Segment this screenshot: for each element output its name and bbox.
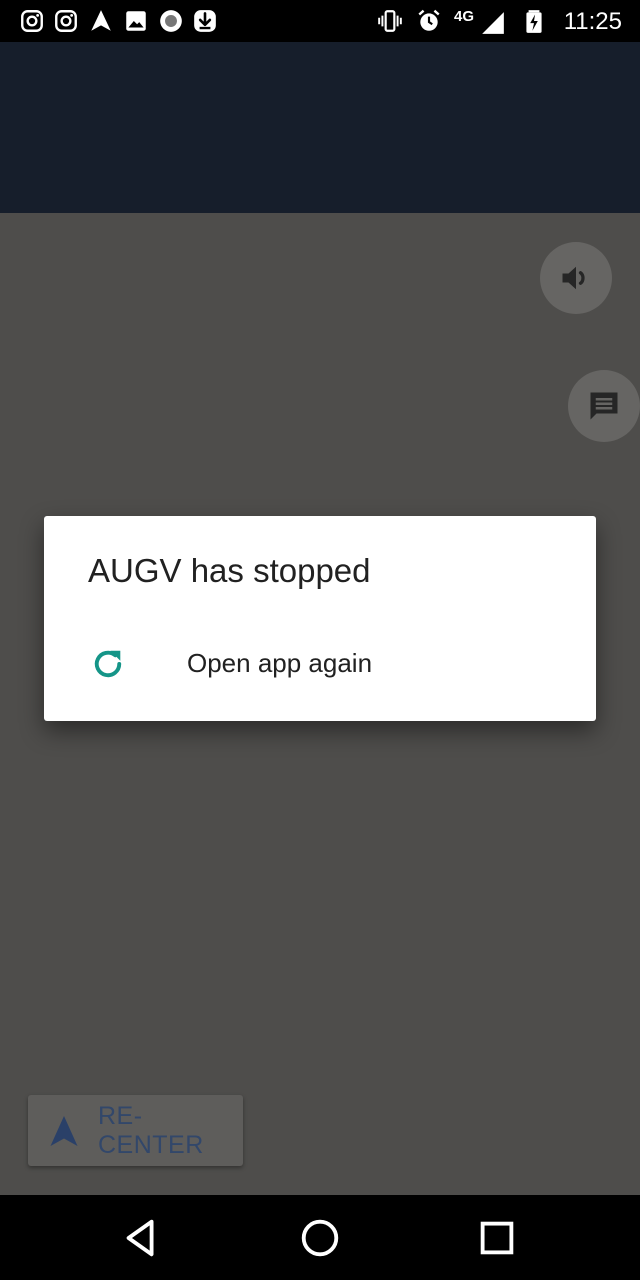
message-icon — [586, 388, 622, 424]
screen: 4G 11:25 RE-CENTER AUGV has stopped Open… — [0, 0, 640, 1280]
navigation-arrow-icon — [46, 1113, 82, 1149]
download-icon — [192, 8, 218, 34]
sound-button[interactable] — [540, 242, 612, 314]
vibrate-icon — [377, 8, 403, 34]
battery-charging-icon — [521, 8, 547, 34]
dialog-title: AUGV has stopped — [88, 552, 371, 589]
volume-icon — [558, 260, 594, 296]
recenter-label: RE-CENTER — [98, 1101, 204, 1159]
instagram-icon — [19, 8, 45, 34]
navigation-bar — [0, 1195, 640, 1280]
clock: 11:25 — [563, 8, 622, 35]
open-app-again-label: Open app again — [187, 648, 373, 678]
status-bar: 4G 11:25 — [0, 0, 640, 42]
image-icon — [123, 8, 149, 34]
navigation-icon — [88, 8, 114, 34]
signal-icon — [480, 10, 506, 36]
crash-dialog: AUGV has stopped Open app again — [44, 516, 596, 721]
network-type: 4G — [454, 8, 475, 25]
record-icon — [158, 8, 184, 34]
alarm-icon — [416, 8, 442, 34]
message-button[interactable] — [568, 370, 640, 442]
back-icon[interactable] — [119, 1215, 165, 1261]
app-header — [0, 42, 640, 213]
instagram-icon — [53, 8, 79, 34]
recents-icon[interactable] — [474, 1215, 520, 1261]
reload-icon — [90, 646, 126, 682]
home-icon[interactable] — [297, 1215, 343, 1261]
open-app-again-option[interactable]: Open app again — [44, 634, 596, 698]
recenter-button[interactable]: RE-CENTER — [28, 1095, 243, 1166]
